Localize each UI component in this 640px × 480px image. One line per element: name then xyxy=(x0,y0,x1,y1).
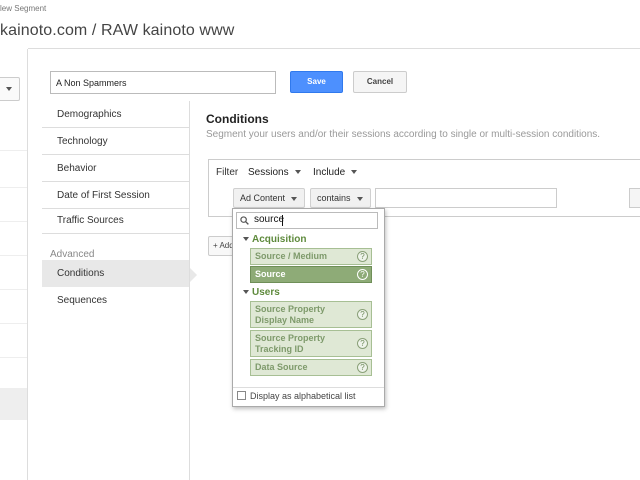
help-icon[interactable]: ? xyxy=(357,251,368,262)
page-title: kainoto.com / RAW kainoto www xyxy=(0,22,235,39)
option-label: Source / Medium xyxy=(255,251,328,261)
search-icon xyxy=(240,216,249,225)
option-label: Source Property Tracking ID xyxy=(255,333,326,354)
dimension-select[interactable]: Ad Content xyxy=(233,188,305,208)
option-label: Source Property Display Name xyxy=(255,304,326,325)
group-users[interactable]: Users xyxy=(243,287,280,298)
nav-item-traffic-sources[interactable]: Traffic Sources xyxy=(42,207,190,234)
filter-options-button[interactable] xyxy=(629,188,640,208)
save-button[interactable]: Save xyxy=(290,71,343,93)
nav-item-sequences[interactable]: Sequences xyxy=(42,287,190,314)
nav-divider xyxy=(189,101,190,480)
segment-name-input[interactable] xyxy=(50,71,276,94)
dropdown-divider xyxy=(233,387,384,388)
dimension-search-text: source xyxy=(254,214,285,225)
nav-heading-advanced: Advanced xyxy=(50,249,95,260)
nav-item-behavior[interactable]: Behavior xyxy=(42,155,190,182)
text-cursor xyxy=(282,215,283,226)
conditions-description: Segment your users and/or their sessions… xyxy=(206,129,601,140)
cancel-button[interactable]: Cancel xyxy=(353,71,407,93)
nav-item-demographics[interactable]: Demographics xyxy=(42,101,190,128)
chevron-down-icon xyxy=(351,170,358,175)
help-icon[interactable]: ? xyxy=(357,362,368,373)
conditions-title: Conditions xyxy=(206,112,269,126)
match-type-select[interactable]: contains xyxy=(310,188,371,208)
help-icon[interactable]: ? xyxy=(357,309,368,320)
option-source-property-tracking-id[interactable]: Source Property Tracking ID? xyxy=(250,330,372,357)
condition-value-input[interactable] xyxy=(375,188,557,208)
header-divider xyxy=(28,48,640,49)
option-source-medium[interactable]: Source / Medium? xyxy=(250,248,372,265)
alphabetical-list-label[interactable]: Display as alphabetical list xyxy=(250,391,356,401)
match-type-label: contains xyxy=(317,193,351,203)
include-select-label: Include xyxy=(313,167,346,178)
dimension-select-label: Ad Content xyxy=(240,193,286,203)
help-icon[interactable]: ? xyxy=(357,269,368,280)
option-label: Source xyxy=(255,269,286,279)
active-nav-pointer xyxy=(190,268,197,282)
breadcrumb: lew Segment xyxy=(0,4,47,13)
nav-item-conditions[interactable]: Conditions xyxy=(42,260,190,287)
option-label: Data Source xyxy=(255,362,308,372)
expand-triangle-icon xyxy=(243,290,249,295)
option-source[interactable]: Source? xyxy=(250,266,372,283)
chevron-down-icon xyxy=(6,87,12,91)
nav-item-date-of-first-session[interactable]: Date of First Session xyxy=(42,182,190,209)
option-data-source[interactable]: Data Source? xyxy=(250,359,372,376)
scope-select-label: Sessions xyxy=(248,167,289,178)
include-select[interactable]: Include xyxy=(313,167,358,178)
dimension-search-input[interactable]: source xyxy=(236,212,378,229)
chevron-down-icon xyxy=(294,170,301,175)
help-icon[interactable]: ? xyxy=(357,338,368,349)
nav-item-technology[interactable]: Technology xyxy=(42,128,190,155)
group-users-label: Users xyxy=(252,287,280,298)
group-acquisition-label: Acquisition xyxy=(252,234,307,245)
left-panel-active-item[interactable] xyxy=(0,388,27,420)
filter-label: Filter xyxy=(216,167,239,178)
group-acquisition[interactable]: Acquisition xyxy=(243,234,306,245)
alphabetical-list-checkbox[interactable] xyxy=(237,391,246,400)
expand-triangle-icon xyxy=(243,237,249,242)
segment-picker-dropdown[interactable] xyxy=(0,77,20,101)
scope-select[interactable]: Sessions xyxy=(248,167,301,178)
chevron-down-icon xyxy=(291,196,298,201)
option-source-property-display-name[interactable]: Source Property Display Name? xyxy=(250,301,372,328)
chevron-down-icon xyxy=(356,196,363,201)
